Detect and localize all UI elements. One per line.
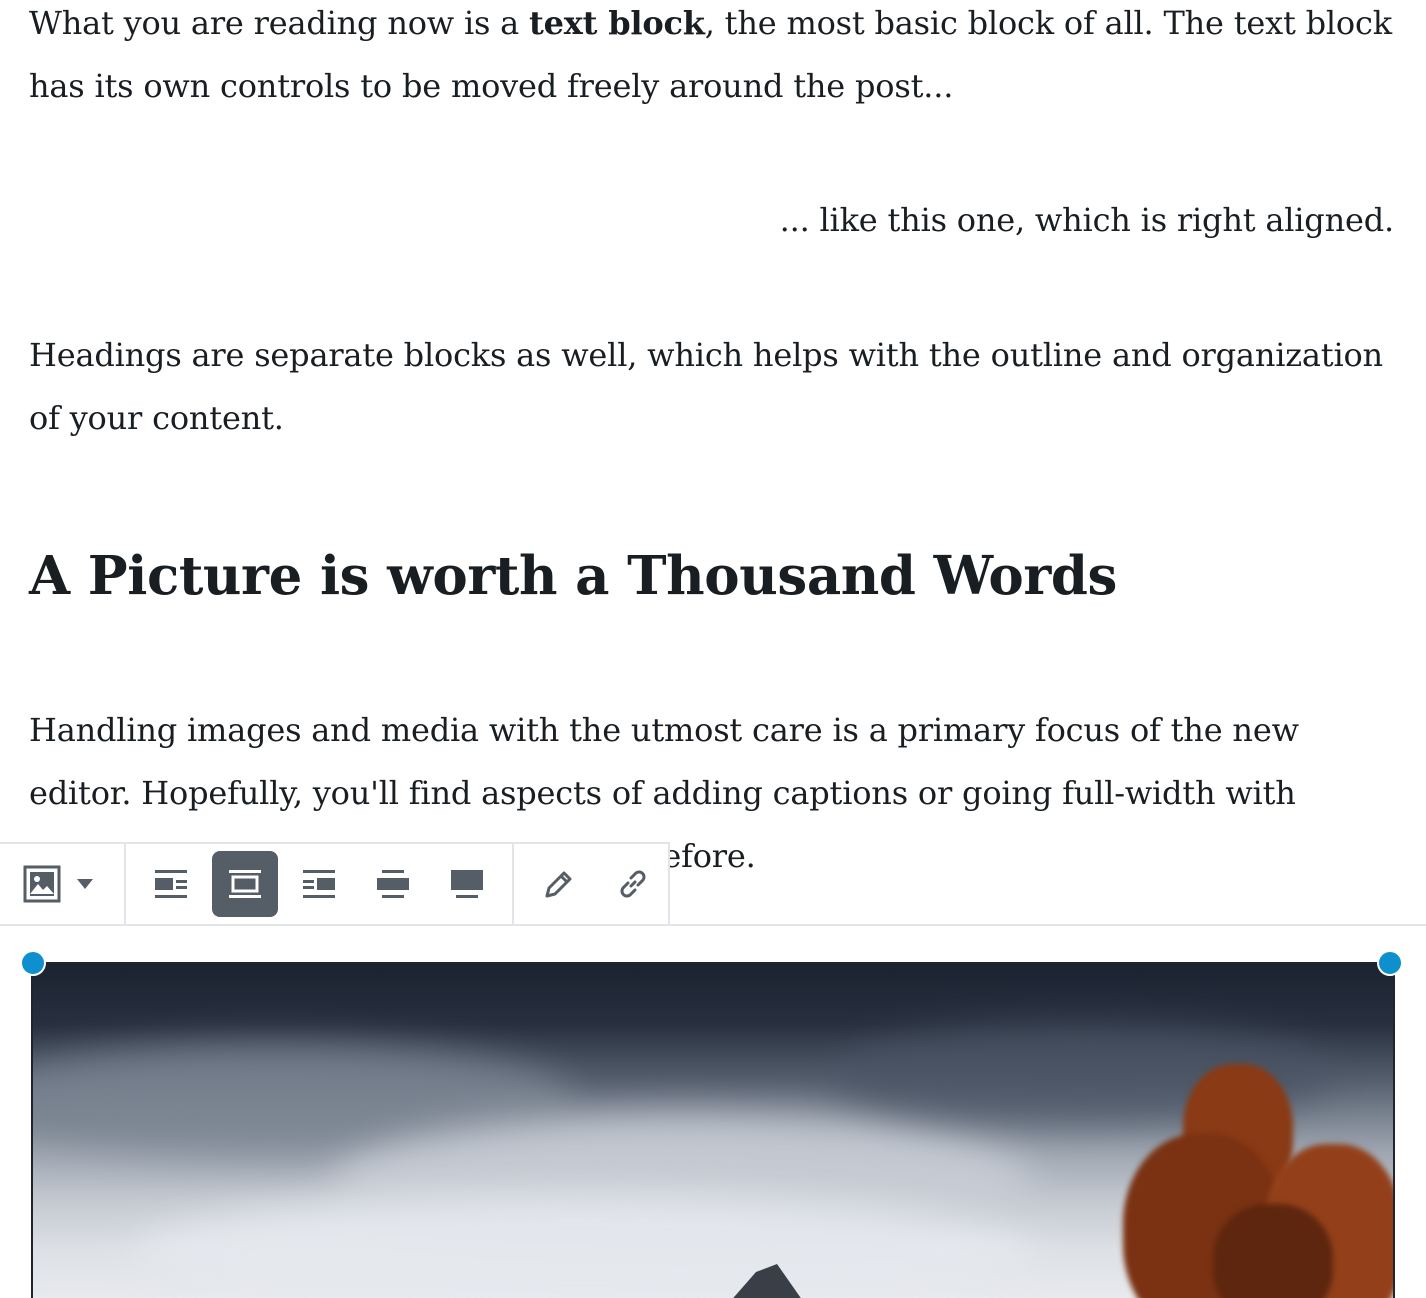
- paragraph-bold-text: text block: [529, 4, 705, 42]
- block-switcher-group: [0, 844, 126, 924]
- align-left-button[interactable]: [138, 851, 204, 917]
- paragraph-text-before: What you are reading now is a: [29, 4, 530, 42]
- image-block-photo[interactable]: [31, 962, 1395, 1298]
- align-left-icon: [154, 868, 188, 900]
- align-full-icon: [450, 868, 484, 900]
- insert-link-button[interactable]: [600, 851, 666, 917]
- block-toolbar: [0, 842, 670, 926]
- chevron-down-icon: [76, 878, 94, 890]
- align-full-button[interactable]: [434, 851, 500, 917]
- headings-paragraph[interactable]: Headings are separate blocks as well, wh…: [29, 324, 1399, 450]
- image-icon: [22, 864, 62, 904]
- align-right-icon: [302, 868, 336, 900]
- align-right-button[interactable]: [286, 851, 352, 917]
- resize-handle-left[interactable]: [20, 950, 46, 976]
- pencil-icon: [542, 867, 576, 901]
- right-aligned-paragraph[interactable]: ... like this one, which is right aligne…: [0, 189, 1395, 252]
- section-heading[interactable]: A Picture is worth a Thousand Words: [29, 536, 1117, 616]
- edit-group: [514, 844, 678, 924]
- editor-canvas: What you are reading now is a text block…: [0, 0, 1426, 1298]
- edit-image-button[interactable]: [526, 851, 592, 917]
- tree-foliage: [1213, 1204, 1333, 1298]
- align-center-button[interactable]: [212, 851, 278, 917]
- align-wide-icon: [376, 868, 410, 900]
- link-icon: [614, 865, 652, 903]
- alignment-group: [126, 844, 514, 924]
- text-block-paragraph[interactable]: What you are reading now is a text block…: [29, 0, 1399, 118]
- align-wide-button[interactable]: [360, 851, 426, 917]
- align-center-icon: [228, 868, 262, 900]
- resize-handle-right[interactable]: [1377, 950, 1403, 976]
- block-type-switcher[interactable]: [12, 851, 112, 917]
